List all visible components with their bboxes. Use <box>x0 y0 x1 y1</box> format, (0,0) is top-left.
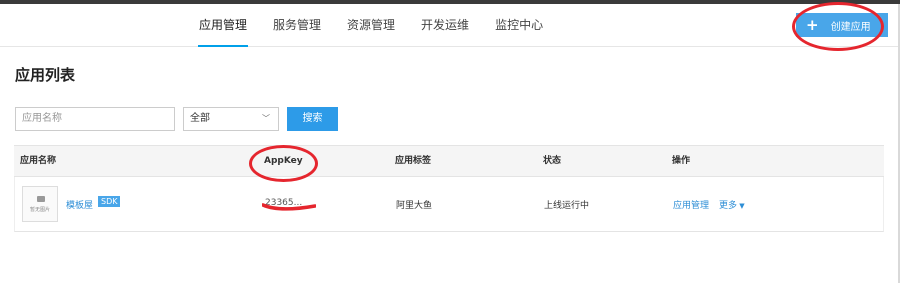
appkey-redaction-stroke <box>262 203 316 211</box>
table-row: 暂无图片 模板屋 SDK 23365... 阿里大鱼 上线运行中 应用管理 更多… <box>14 177 884 232</box>
nav-item-service-management[interactable]: 服务管理 <box>260 4 334 47</box>
column-header-app-name: 应用名称 <box>20 156 57 166</box>
thumbnail-caption: 暂无图片 <box>29 207 50 213</box>
status-value: 上线运行中 <box>544 201 590 211</box>
nav-item-monitor-center[interactable]: 监控中心 <box>482 4 556 47</box>
create-button-annotation-circle <box>792 2 884 51</box>
app-thumbnail-placeholder: 暂无图片 <box>22 186 58 222</box>
chevron-down-icon: ﹀ <box>262 114 270 123</box>
more-actions-dropdown[interactable]: 更多 ▼ <box>719 198 745 211</box>
app-name-search-input[interactable]: 应用名称 <box>15 107 175 131</box>
table-header: 应用名称 AppKey 应用标签 状态 操作 <box>14 145 884 177</box>
camera-icon <box>37 196 45 202</box>
page-title: 应用列表 <box>15 66 76 84</box>
app-manage-link[interactable]: 应用管理 <box>673 198 709 211</box>
app-name-link[interactable]: 模板屋 <box>66 198 93 211</box>
status-filter-select[interactable]: 全部 ﹀ <box>183 107 279 131</box>
column-header-status: 状态 <box>543 156 562 166</box>
more-actions-label: 更多 <box>719 201 738 211</box>
column-header-actions: 操作 <box>672 156 691 166</box>
nav-item-devops[interactable]: 开发运维 <box>408 4 482 47</box>
caret-down-icon: ▼ <box>737 202 745 210</box>
main-nav: 应用管理 服务管理 资源管理 开发运维 监控中心 <box>186 4 556 47</box>
nav-item-app-management[interactable]: 应用管理 <box>186 4 260 47</box>
app-tag-value: 阿里大鱼 <box>396 201 433 211</box>
column-header-app-tag: 应用标签 <box>395 156 432 166</box>
nav-item-resource-management[interactable]: 资源管理 <box>334 4 408 47</box>
appkey-annotation-circle <box>249 145 318 182</box>
status-filter-value: 全部 <box>190 113 210 124</box>
sdk-badge: SDK <box>98 196 121 207</box>
search-button[interactable]: 搜索 <box>287 107 338 131</box>
